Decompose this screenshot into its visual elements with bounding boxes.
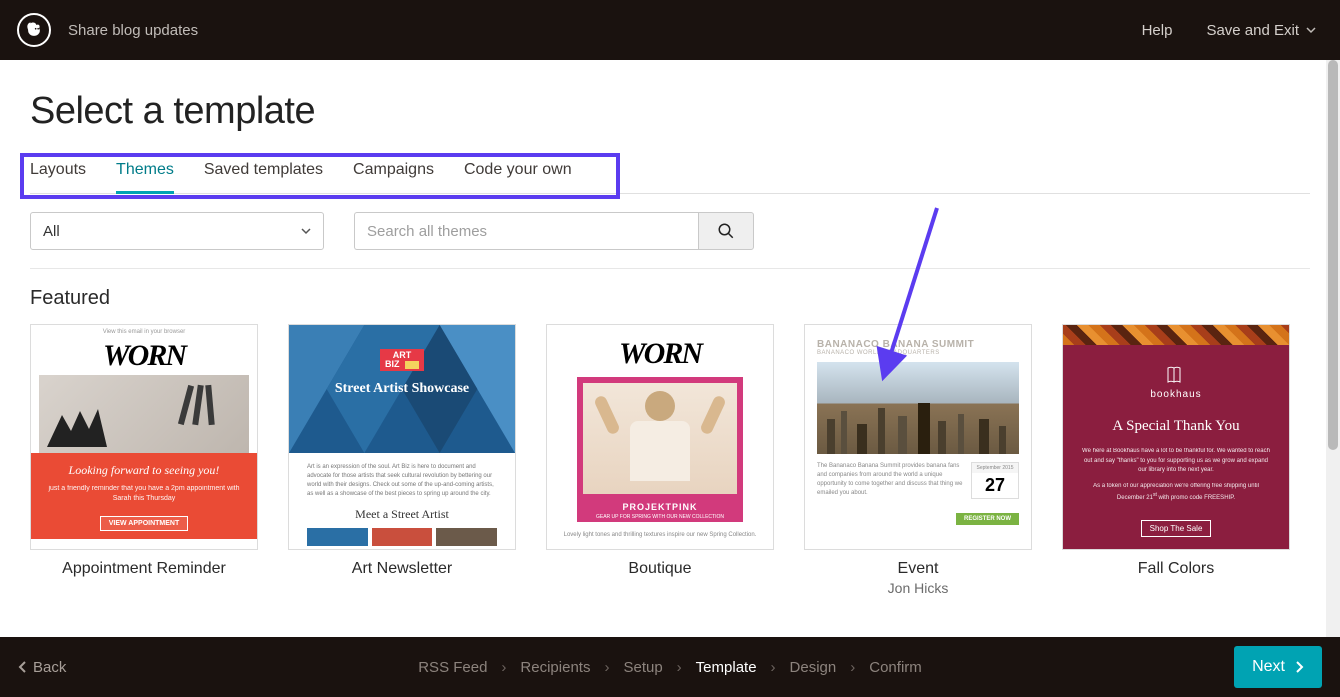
- chevron-right-icon: ›: [604, 659, 609, 676]
- thumb-title: BANANACO BANANA SUMMIT: [817, 339, 1019, 350]
- chevron-right-icon: ›: [850, 659, 855, 676]
- chevron-right-icon: [1295, 661, 1304, 673]
- chevron-right-icon: ›: [501, 659, 506, 676]
- template-thumbnail: BANANACO BANANA SUMMIT BANANACO WORLD HE…: [804, 324, 1032, 550]
- save-and-exit-label: Save and Exit: [1206, 22, 1299, 39]
- next-label: Next: [1252, 658, 1285, 676]
- thumb-tag: PROJEKTPINK: [577, 502, 743, 512]
- template-grid: View this email in your browser WORN Loo…: [30, 324, 1310, 596]
- wizard-steps: RSS Feed › Recipients › Setup › Template…: [418, 659, 922, 676]
- help-link[interactable]: Help: [1142, 22, 1173, 39]
- step-recipients[interactable]: Recipients: [520, 659, 590, 676]
- tab-campaigns[interactable]: Campaigns: [353, 161, 434, 193]
- chevron-down-icon: [301, 226, 311, 236]
- thumb-cta: REGISTER NOW: [956, 513, 1019, 525]
- section-title-featured: Featured: [30, 287, 1310, 310]
- scrollbar-thumb[interactable]: [1328, 60, 1338, 450]
- template-card[interactable]: View this email in your browser WORN Loo…: [30, 324, 258, 596]
- template-title: Art Newsletter: [288, 560, 516, 578]
- dropdown-value: All: [43, 223, 60, 240]
- back-label: Back: [33, 659, 66, 676]
- tab-saved-templates[interactable]: Saved templates: [204, 161, 323, 193]
- scrollbar[interactable]: [1326, 60, 1340, 637]
- logo[interactable]: [0, 13, 68, 47]
- back-button[interactable]: Back: [18, 659, 66, 676]
- template-title: Appointment Reminder: [30, 560, 258, 578]
- thumb-date-month: September 2015: [972, 463, 1018, 473]
- step-confirm[interactable]: Confirm: [869, 659, 922, 676]
- chevron-down-icon: [1306, 25, 1316, 35]
- template-thumbnail: WORN PROJEKTPINK GEAR UP FOR SPRING WITH…: [546, 324, 774, 550]
- thumb-cta-line: GEAR UP FOR SPRING WITH OUR NEW COLLECTI…: [577, 514, 743, 520]
- mailchimp-icon: [24, 20, 44, 40]
- thumb-brand: WORN: [547, 337, 773, 371]
- thumb-cta: Shop The Sale: [1141, 520, 1212, 537]
- thumb-cta: VIEW APPOINTMENT: [100, 516, 189, 531]
- chevron-right-icon: ›: [677, 659, 682, 676]
- save-and-exit[interactable]: Save and Exit: [1206, 22, 1316, 39]
- thumb-sub: Meet a Street Artist: [289, 507, 515, 522]
- thumb-body: just a friendly reminder that you have a…: [43, 484, 245, 504]
- chevron-right-icon: ›: [771, 659, 776, 676]
- step-design[interactable]: Design: [790, 659, 837, 676]
- thumb-headline: A Special Thank You: [1079, 418, 1273, 435]
- search-button[interactable]: [698, 212, 754, 250]
- tab-bar: Layouts Themes Saved templates Campaigns…: [30, 161, 1310, 194]
- thumb-sub: BANANACO WORLD HEADQUARTERS: [817, 350, 1019, 356]
- category-dropdown[interactable]: All: [30, 212, 324, 250]
- tab-code-your-own[interactable]: Code your own: [464, 161, 572, 193]
- thumb-brand: bookhaus: [1079, 389, 1273, 400]
- template-card[interactable]: bookhaus A Special Thank You We here at …: [1062, 324, 1290, 596]
- template-thumbnail: bookhaus A Special Thank You We here at …: [1062, 324, 1290, 550]
- top-bar: Share blog updates Help Save and Exit: [0, 0, 1340, 60]
- template-title: Fall Colors: [1062, 560, 1290, 578]
- template-card[interactable]: ART BIZ Street Artist Showcase Art is an…: [288, 324, 516, 596]
- footer-bar: Back RSS Feed › Recipients › Setup › Tem…: [0, 637, 1340, 697]
- step-rss-feed[interactable]: RSS Feed: [418, 659, 487, 676]
- search-icon: [717, 222, 735, 240]
- search-input[interactable]: [354, 212, 698, 250]
- template-card[interactable]: WORN PROJEKTPINK GEAR UP FOR SPRING WITH…: [546, 324, 774, 596]
- book-icon: [1164, 363, 1188, 387]
- template-card[interactable]: BANANACO BANANA SUMMIT BANANACO WORLD HE…: [804, 324, 1032, 596]
- chevron-left-icon: [18, 661, 27, 673]
- step-template[interactable]: Template: [696, 659, 757, 676]
- thumb-tiny-text: View this email in your browser: [31, 329, 257, 335]
- thumb-headline: Street Artist Showcase: [289, 381, 515, 397]
- tab-layouts[interactable]: Layouts: [30, 161, 86, 193]
- thumb-date-day: 27: [972, 473, 1018, 498]
- template-title: Event: [804, 560, 1032, 578]
- step-setup[interactable]: Setup: [623, 659, 662, 676]
- template-thumbnail: ART BIZ Street Artist Showcase Art is an…: [288, 324, 516, 550]
- thumb-headline: Looking forward to seeing you!: [43, 463, 245, 478]
- main-content: Select a template Layouts Themes Saved t…: [0, 60, 1340, 637]
- thumb-badge: BIZ: [385, 359, 400, 369]
- thumb-brand: WORN: [31, 339, 257, 373]
- tab-themes[interactable]: Themes: [116, 161, 174, 194]
- template-title: Boutique: [546, 560, 774, 578]
- template-thumbnail: View this email in your browser WORN Loo…: [30, 324, 258, 550]
- template-author: Jon Hicks: [804, 580, 1032, 596]
- campaign-name[interactable]: Share blog updates: [68, 22, 198, 39]
- page-title: Select a template: [30, 90, 1310, 133]
- next-button[interactable]: Next: [1234, 646, 1322, 688]
